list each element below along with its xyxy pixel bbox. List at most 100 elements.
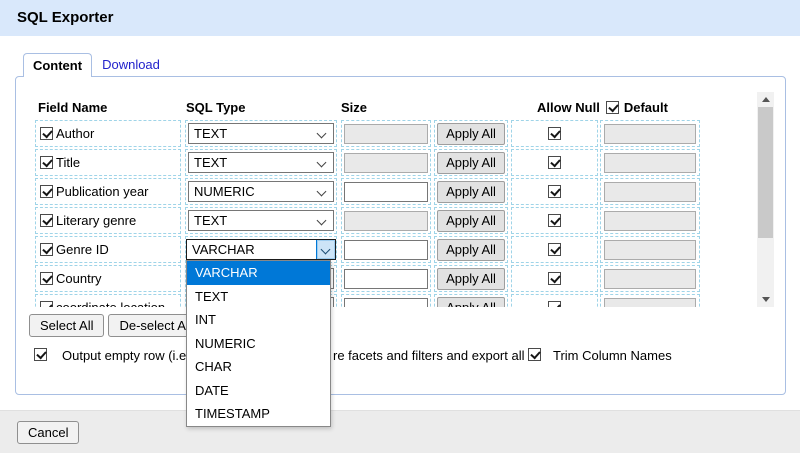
default-cell xyxy=(600,265,700,292)
tab-content[interactable]: Content xyxy=(23,53,92,77)
sql-type-select[interactable]: TEXT xyxy=(188,210,334,231)
apply-all-button[interactable]: Apply All xyxy=(437,181,505,203)
select-all-button[interactable]: Select All xyxy=(29,314,104,337)
apply-all-button[interactable]: Apply All xyxy=(437,297,505,308)
sql-type-select[interactable]: TEXT xyxy=(188,123,334,144)
sql-type-select-open[interactable]: VARCHAR xyxy=(186,239,336,260)
apply-all-button[interactable]: Apply All xyxy=(437,268,505,290)
chevron-down-icon xyxy=(317,216,327,226)
field-checkbox[interactable] xyxy=(40,272,53,285)
sql-type-select[interactable]: NUMERIC xyxy=(188,181,334,202)
size-input[interactable] xyxy=(344,211,428,231)
tab-download-label: Download xyxy=(102,57,160,72)
tab-download[interactable]: Download xyxy=(92,53,170,77)
selection-buttons-row: Select All De-select All xyxy=(29,314,203,337)
header-size: Size xyxy=(341,100,367,115)
allow-null-checkbox[interactable] xyxy=(548,243,561,256)
dialog-footer: Cancel xyxy=(0,410,800,453)
field-checkbox[interactable] xyxy=(40,127,53,140)
size-input[interactable] xyxy=(344,269,428,289)
field-name-label: Title xyxy=(56,155,80,170)
allow-null-cell xyxy=(511,294,598,307)
scrollbar-down-arrow-icon[interactable] xyxy=(757,291,774,307)
default-input[interactable] xyxy=(604,182,696,202)
trim-column-names-checkbox[interactable] xyxy=(528,348,541,361)
field-name-cell: Publication year xyxy=(35,178,181,205)
default-cell xyxy=(600,178,700,205)
field-checkbox[interactable] xyxy=(40,301,53,307)
allow-null-checkbox[interactable] xyxy=(548,272,561,285)
default-cell xyxy=(600,236,700,263)
scrollbar[interactable] xyxy=(757,92,774,307)
table-row: Genre ID VARCHAR Apply All xyxy=(35,236,774,263)
cancel-button[interactable]: Cancel xyxy=(17,421,79,444)
dropdown-option-text[interactable]: TEXT xyxy=(187,285,330,309)
apply-all-button[interactable]: Apply All xyxy=(437,239,505,261)
scrollbar-thumb[interactable] xyxy=(758,107,773,238)
tab-content-label: Content xyxy=(33,58,82,73)
output-empty-row-label-prefix: Output empty row (i.e. xyxy=(62,348,190,363)
default-input[interactable] xyxy=(604,269,696,289)
field-name-cell: Genre ID xyxy=(35,236,181,263)
allow-null-cell xyxy=(511,149,598,176)
header-field-name: Field Name xyxy=(38,100,107,115)
size-input[interactable] xyxy=(344,240,428,260)
allow-null-checkbox[interactable] xyxy=(548,185,561,198)
default-input[interactable] xyxy=(604,211,696,231)
dropdown-option-char[interactable]: CHAR xyxy=(187,355,330,379)
size-input[interactable] xyxy=(344,182,428,202)
field-checkbox[interactable] xyxy=(40,214,53,227)
apply-all-button[interactable]: Apply All xyxy=(437,210,505,232)
apply-all-cell: Apply All xyxy=(434,236,508,263)
field-name-cell: Country xyxy=(35,265,181,292)
field-name-cell: Literary genre xyxy=(35,207,181,234)
allow-null-checkbox[interactable] xyxy=(548,214,561,227)
field-name-label: coordinate location xyxy=(56,300,165,307)
dropdown-option-varchar[interactable]: VARCHAR xyxy=(187,261,330,285)
allow-null-checkbox[interactable] xyxy=(548,156,561,169)
size-cell xyxy=(341,294,431,307)
table-row: Author TEXT Apply All xyxy=(35,120,774,147)
sql-type-select[interactable]: TEXT xyxy=(188,152,334,173)
allow-null-checkbox[interactable] xyxy=(548,127,561,140)
table-row: coordinate location Apply All xyxy=(35,294,774,307)
dropdown-option-int[interactable]: INT xyxy=(187,308,330,332)
size-cell xyxy=(341,265,431,292)
sql-type-cell: TEXT xyxy=(185,207,337,234)
table-row: Publication year NUMERIC Apply All xyxy=(35,178,774,205)
size-input[interactable] xyxy=(344,298,428,308)
size-cell xyxy=(341,149,431,176)
default-input[interactable] xyxy=(604,124,696,144)
sql-type-cell: NUMERIC xyxy=(185,178,337,205)
apply-all-button[interactable]: Apply All xyxy=(437,123,505,145)
output-empty-row-checkbox[interactable] xyxy=(34,348,47,361)
default-cell xyxy=(600,149,700,176)
allow-null-checkbox[interactable] xyxy=(548,301,561,307)
size-cell xyxy=(341,236,431,263)
field-name-cell: coordinate location xyxy=(35,294,181,307)
chevron-down-icon xyxy=(317,187,327,197)
field-name-label: Country xyxy=(56,271,102,286)
field-checkbox[interactable] xyxy=(40,243,53,256)
field-checkbox[interactable] xyxy=(40,156,53,169)
dropdown-option-timestamp[interactable]: TIMESTAMP xyxy=(187,402,330,426)
output-empty-row-label-suffix: re facets and filters and export all xyxy=(333,348,525,363)
field-name-cell: Title xyxy=(35,149,181,176)
dropdown-option-numeric[interactable]: NUMERIC xyxy=(187,332,330,356)
apply-all-button[interactable]: Apply All xyxy=(437,152,505,174)
dialog-title: SQL Exporter xyxy=(17,9,113,26)
allow-null-cell xyxy=(511,265,598,292)
options-row: Output empty row (i.e. re facets and fil… xyxy=(16,347,785,365)
size-input[interactable] xyxy=(344,153,428,173)
field-checkbox[interactable] xyxy=(40,185,53,198)
chevron-down-icon xyxy=(317,158,327,168)
dialog-titlebar: SQL Exporter xyxy=(0,0,800,36)
scrollbar-up-arrow-icon[interactable] xyxy=(757,92,774,108)
dropdown-option-date[interactable]: DATE xyxy=(187,379,330,403)
default-input[interactable] xyxy=(604,298,696,308)
header-default-checkbox[interactable] xyxy=(606,101,619,114)
default-input[interactable] xyxy=(604,153,696,173)
size-input[interactable] xyxy=(344,124,428,144)
field-name-label: Author xyxy=(56,126,94,141)
default-input[interactable] xyxy=(604,240,696,260)
